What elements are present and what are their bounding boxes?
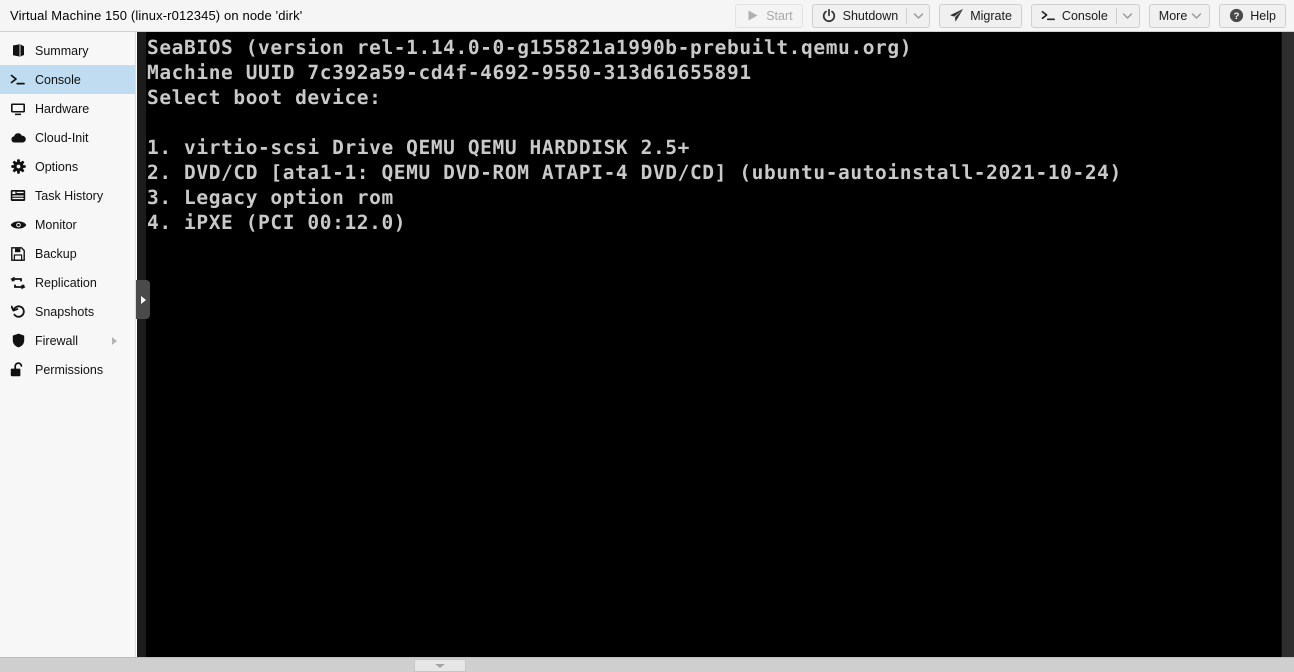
console-button-label: Console: [1061, 8, 1108, 23]
more-button[interactable]: More: [1148, 3, 1211, 28]
sidebar-item-monitor[interactable]: Monitor: [0, 210, 135, 239]
sidebar-collapse-handle[interactable]: [136, 280, 150, 319]
terminal-icon: [1041, 8, 1056, 23]
horizontal-scrollbar-thumb[interactable]: [414, 659, 466, 672]
console-button[interactable]: Console: [1030, 3, 1140, 28]
start-button[interactable]: Start: [735, 3, 803, 28]
sidebar-item-label: Snapshots: [35, 304, 95, 319]
console-line: 4. iPXE (PCI 00:12.0): [147, 211, 407, 234]
console-line: 1. virtio-scsi Drive QEMU QEMU HARDDISK …: [147, 136, 690, 159]
sync-arrows-icon: [9, 274, 27, 292]
list-icon: [9, 187, 27, 205]
sidebar-item-label: Monitor: [35, 217, 77, 232]
sidebar-item-task-history[interactable]: Task History: [0, 181, 135, 210]
console-line: SeaBIOS (version rel-1.14.0-0-g155821a19…: [147, 36, 913, 59]
book-icon: [9, 42, 27, 60]
sidebar-item-permissions[interactable]: Permissions: [0, 355, 135, 384]
sidebar-item-firewall[interactable]: Firewall: [0, 326, 135, 355]
sidebar-item-label: Options: [35, 159, 79, 174]
help-circle-icon: ?: [1229, 8, 1244, 23]
power-icon: [822, 8, 837, 23]
sidebar-item-label: Cloud-Init: [35, 130, 89, 145]
sidebar-item-label: Hardware: [35, 101, 90, 116]
sidebar-item-label: Replication: [35, 275, 97, 290]
terminal-icon: [9, 71, 27, 89]
sidebar-item-label: Firewall: [35, 333, 79, 348]
sidebar-item-label: Console: [35, 72, 81, 87]
svg-text:?: ?: [1234, 11, 1240, 22]
sidebar-item-console[interactable]: Console: [0, 65, 135, 94]
chevron-down-icon: [435, 663, 445, 668]
help-button[interactable]: ? Help: [1219, 3, 1286, 28]
chevron-right-icon: [140, 295, 146, 304]
vm-sidebar: Summary Console Hardware Cloud-Init Opti…: [0, 32, 136, 672]
sidebar-item-hardware[interactable]: Hardware: [0, 94, 135, 123]
migrate-button-label: Migrate: [970, 8, 1012, 23]
gear-icon: [9, 158, 27, 176]
vm-console-viewport[interactable]: SeaBIOS (version rel-1.14.0-0-g155821a19…: [137, 32, 1294, 657]
shutdown-button-label: Shutdown: [842, 8, 899, 23]
cloud-icon: [9, 129, 27, 147]
eye-icon: [9, 216, 27, 234]
sidebar-item-snapshots[interactable]: Snapshots: [0, 297, 135, 326]
chevron-down-icon[interactable]: [907, 5, 929, 27]
history-icon: [9, 303, 27, 321]
sidebar-item-label: Permissions: [35, 362, 104, 377]
monitor-icon: [9, 100, 27, 118]
sidebar-item-replication[interactable]: Replication: [0, 268, 135, 297]
vm-toolbar: Start Shutdown Migrate Console More ? He…: [735, 0, 1294, 31]
page-header: Virtual Machine 150 (linux-r012345) on n…: [0, 0, 1294, 32]
sidebar-item-summary[interactable]: Summary: [0, 36, 135, 65]
more-button-label: More: [1158, 8, 1188, 23]
play-icon: [745, 8, 760, 23]
sidebar-item-cloud-init[interactable]: Cloud-Init: [0, 123, 135, 152]
console-vertical-scrollbar[interactable]: [1281, 32, 1294, 657]
console-line: Machine UUID 7c392a59-cd4f-4692-9550-313…: [147, 61, 752, 84]
sidebar-item-label: Summary: [35, 43, 89, 58]
console-screen[interactable]: SeaBIOS (version rel-1.14.0-0-g155821a19…: [146, 32, 1281, 657]
console-line: 2. DVD/CD [ata1-1: QEMU DVD-ROM ATAPI-4 …: [147, 161, 1122, 184]
sidebar-item-label: Backup: [35, 246, 77, 261]
chevron-down-icon[interactable]: [1187, 5, 1205, 27]
console-line: Select boot device:: [147, 86, 382, 109]
sidebar-item-backup[interactable]: Backup: [0, 239, 135, 268]
help-button-label: Help: [1250, 8, 1276, 23]
sidebar-item-label: Task History: [35, 188, 104, 203]
shutdown-button[interactable]: Shutdown: [811, 3, 931, 28]
shield-icon: [9, 332, 27, 350]
floppy-disk-icon: [9, 245, 27, 263]
migrate-button[interactable]: Migrate: [939, 3, 1022, 28]
horizontal-scrollbar[interactable]: [0, 657, 1294, 672]
page-title: Virtual Machine 150 (linux-r012345) on n…: [10, 8, 303, 23]
sidebar-item-options[interactable]: Options: [0, 152, 135, 181]
chevron-down-icon[interactable]: [1117, 5, 1139, 27]
paper-plane-icon: [949, 8, 964, 23]
chevron-right-icon[interactable]: [112, 336, 117, 345]
start-button-label: Start: [766, 8, 793, 23]
console-left-strip: [137, 32, 146, 657]
unlock-icon: [9, 361, 27, 379]
console-line: 3. Legacy option rom: [147, 186, 394, 209]
proxmox-vm-console-page: Virtual Machine 150 (linux-r012345) on n…: [0, 0, 1294, 672]
